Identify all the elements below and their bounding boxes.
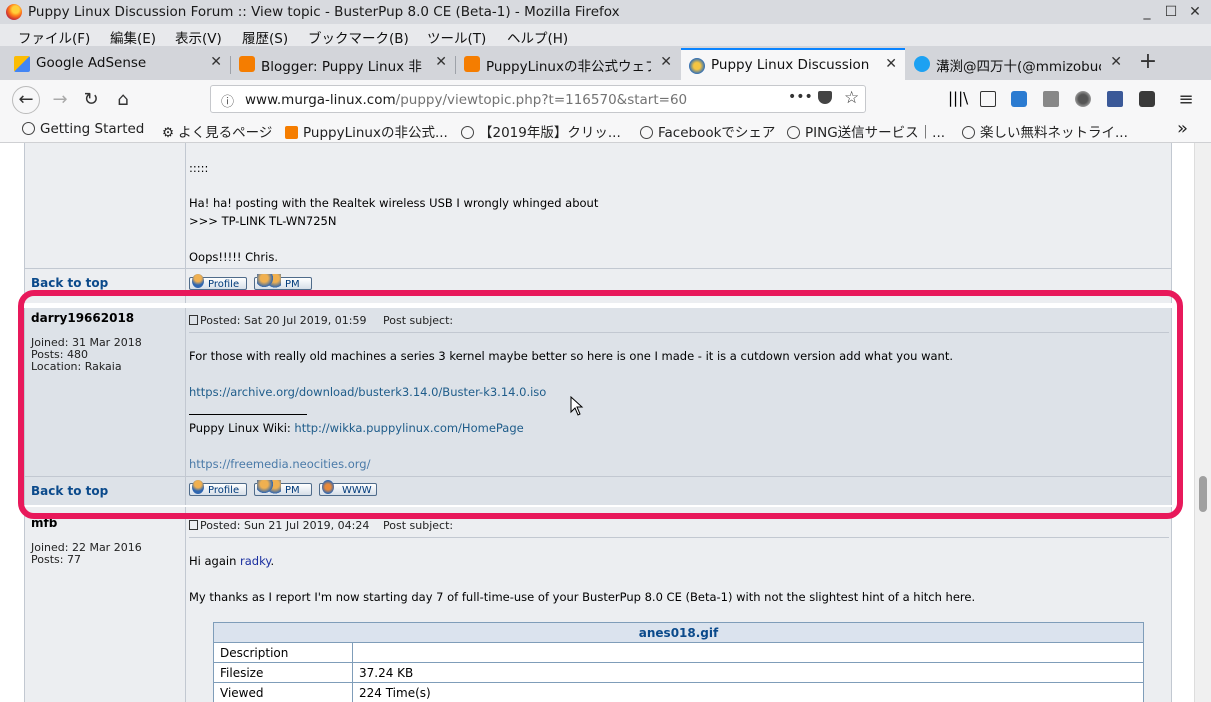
- mouse-cursor-icon: [570, 396, 584, 416]
- menu-bar: ファイル(F) 編集(E) 表示(V) 履歴(S) ブックマーク(B) ツール(…: [0, 24, 1211, 47]
- facebook-icon[interactable]: [1107, 91, 1123, 107]
- bookmark-free-net[interactable]: 楽しい無料ネットライ...: [962, 121, 1128, 141]
- post-text: Ha! ha! posting with the Realtek wireles…: [189, 196, 599, 210]
- bookmark-2019[interactable]: 【2019年版】クリッ...: [461, 121, 621, 141]
- home-icon[interactable]: ⌂: [109, 86, 137, 114]
- page-actions-icon[interactable]: •••: [788, 89, 813, 105]
- tab-twitter[interactable]: 溝渕@四万十(@mmizobuch ✕: [906, 48, 1130, 80]
- extension-dark-icon[interactable]: [1139, 91, 1155, 107]
- blogger-icon: [464, 56, 480, 72]
- menu-help[interactable]: ヘルプ(H): [507, 27, 568, 47]
- globe-icon: [461, 126, 474, 139]
- tab-close-icon[interactable]: ✕: [885, 56, 897, 72]
- profile-icon: [192, 274, 204, 288]
- tab-blogger-1[interactable]: Blogger: Puppy Linux 非 ✕: [231, 48, 455, 80]
- tab-close-icon[interactable]: ✕: [435, 54, 447, 70]
- forward-icon[interactable]: →: [46, 86, 74, 114]
- pocket-icon[interactable]: [818, 91, 832, 104]
- tab-strip: Google AdSense ✕ Blogger: Puppy Linux 非 …: [0, 46, 1211, 81]
- blogger-icon: [239, 56, 255, 72]
- post-text: Oops!!!!! Chris.: [189, 250, 278, 264]
- bookmark-puppylinux-blog[interactable]: PuppyLinuxの非公式...: [285, 121, 448, 141]
- url-bar[interactable]: ⓘ www.murga-linux.com/puppy/viewtopic.ph…: [210, 85, 866, 113]
- tab-puppy-forum[interactable]: Puppy Linux Discussion ✕: [681, 48, 905, 80]
- window-titlebar: Puppy Linux Discussion Forum :: View top…: [0, 0, 1211, 25]
- tab-close-icon[interactable]: ✕: [660, 54, 672, 70]
- url-text: www.murga-linux.com/puppy/viewtopic.php?…: [245, 92, 688, 108]
- post-text: >>> TP-LINK TL-WN725N: [189, 214, 337, 228]
- bookmark-ping[interactable]: PING送信サービス｜...: [787, 121, 945, 141]
- menu-bookmarks[interactable]: ブックマーク(B): [308, 27, 409, 47]
- gear-icon: ⚙: [162, 125, 175, 141]
- bookmark-star-icon[interactable]: ☆: [844, 88, 859, 108]
- extension-gray-icon[interactable]: [1043, 91, 1059, 107]
- post-icon: [189, 520, 198, 530]
- attachment-filename[interactable]: anes018.gif: [213, 622, 1144, 643]
- bookmark-getting-started[interactable]: Getting Started: [22, 121, 144, 137]
- pm-icon: [257, 274, 281, 288]
- highlight-annotation-box: [18, 290, 1183, 519]
- scrollbar-thumb[interactable]: [1199, 476, 1207, 512]
- menu-file[interactable]: ファイル(F): [18, 27, 90, 47]
- firefox-logo-icon: [6, 4, 22, 20]
- globe-icon: [22, 122, 35, 135]
- blogger-icon: [285, 126, 298, 139]
- attachment-table: anes018.gif Description Filesize 37.24 KB…: [213, 622, 1144, 702]
- twitter-icon: [914, 56, 930, 72]
- menu-tools[interactable]: ツール(T): [427, 27, 486, 47]
- back-to-top-link[interactable]: Back to top: [31, 276, 108, 290]
- menu-edit[interactable]: 編集(E): [110, 27, 156, 47]
- tab-blogger-2[interactable]: PuppyLinuxの非公式ウェブ ✕: [456, 48, 680, 80]
- close-window-icon[interactable]: ✕: [1185, 2, 1205, 22]
- pm-button[interactable]: PM: [254, 274, 312, 290]
- menu-history[interactable]: 履歴(S): [242, 27, 288, 47]
- info-icon[interactable]: ⓘ: [221, 91, 234, 110]
- window-title: Puppy Linux Discussion Forum :: View top…: [28, 4, 620, 20]
- forum-page: ::::: Ha! ha! posting with the Realtek w…: [0, 143, 1194, 702]
- menu-view[interactable]: 表示(V): [175, 27, 222, 47]
- navigation-bar: ← → ↻ ⌂ ⓘ www.murga-linux.com/puppy/view…: [0, 80, 1211, 118]
- back-icon[interactable]: ←: [12, 86, 40, 114]
- post-subject: Post subject:: [383, 519, 454, 532]
- minimize-icon[interactable]: _: [1137, 2, 1157, 22]
- bookmarks-bar: Getting Started ⚙ よく見るページ PuppyLinuxの非公式.…: [0, 118, 1211, 143]
- author-posts: Posts: 77: [31, 553, 81, 566]
- new-tab-icon[interactable]: +: [1134, 48, 1162, 76]
- post-date: Posted: Sun 21 Jul 2019, 04:24: [189, 519, 369, 532]
- tab-close-icon[interactable]: ✕: [210, 54, 222, 70]
- puppy-icon: [689, 58, 705, 74]
- adsense-icon: [14, 56, 30, 72]
- extension-bird-icon[interactable]: [1011, 91, 1027, 107]
- bookmark-most-visited[interactable]: ⚙ よく見るページ: [162, 121, 272, 141]
- tab-close-icon[interactable]: ✕: [1110, 54, 1122, 70]
- hamburger-menu-icon[interactable]: ≡: [1172, 86, 1200, 114]
- maximize-icon[interactable]: ☐: [1161, 2, 1181, 22]
- profile-button[interactable]: Profile: [189, 274, 247, 290]
- user-mention-link[interactable]: radky: [240, 554, 271, 568]
- globe-icon: [640, 126, 653, 139]
- globe-icon: [787, 126, 800, 139]
- globe-icon: [962, 126, 975, 139]
- library-icon[interactable]: |||\: [948, 89, 968, 107]
- tab-adsense[interactable]: Google AdSense ✕: [6, 48, 230, 80]
- bookmark-facebook-share[interactable]: Facebookでシェア: [640, 121, 775, 141]
- post-previous: ::::: Ha! ha! posting with the Realtek w…: [24, 143, 1172, 303]
- vertical-scrollbar[interactable]: [1194, 143, 1211, 702]
- reload-icon[interactable]: ↻: [77, 86, 105, 114]
- bookmarks-overflow-icon[interactable]: »: [1177, 118, 1188, 139]
- post-greeting: Hi again radky.: [189, 554, 275, 568]
- post-body: My thanks as I report I'm now starting d…: [189, 590, 976, 604]
- extension-orb-icon[interactable]: [1075, 91, 1091, 107]
- sidebar-icon[interactable]: [980, 91, 996, 107]
